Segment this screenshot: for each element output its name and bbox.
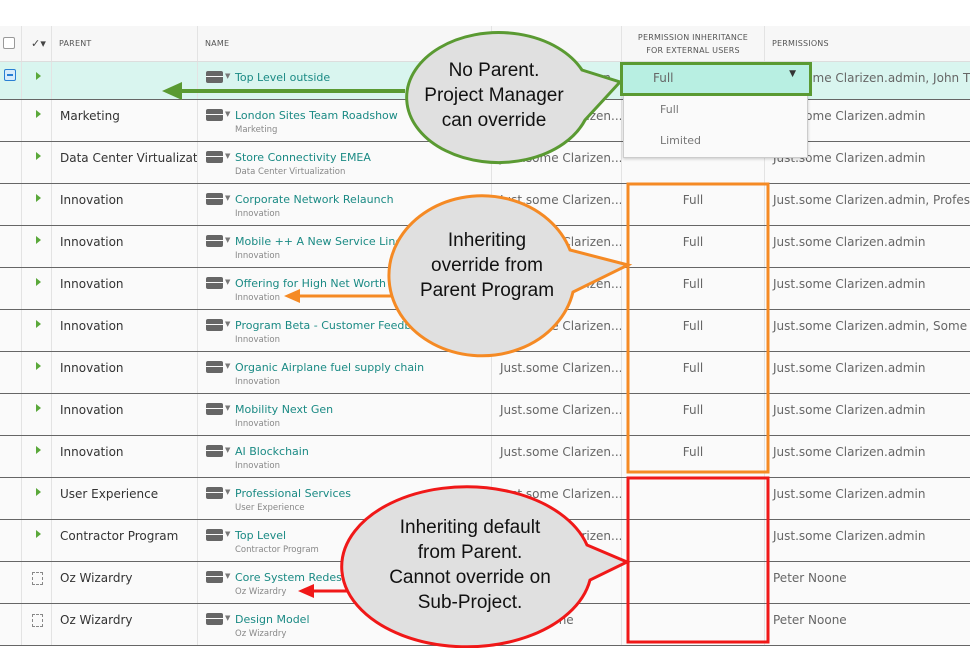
- callout-line: Inheriting: [447, 230, 527, 251]
- callout-text: No Parent. Project Manager can override: [414, 58, 574, 133]
- callout-line: override from: [431, 255, 543, 276]
- callout-line: Inheriting default: [399, 517, 541, 538]
- callout-line: Parent Program: [419, 280, 555, 301]
- orange-highlight-box: [626, 182, 770, 474]
- red-highlight-box: [626, 476, 770, 644]
- green-highlight-box: [620, 62, 812, 96]
- green-arrow: [162, 82, 405, 100]
- callout-text: Inheriting default from Parent. Cannot ove…: [350, 515, 590, 615]
- callout-line: from Parent.: [417, 542, 523, 563]
- callout-line: No Parent.: [448, 60, 540, 81]
- callout-line: Project Manager: [424, 85, 564, 106]
- callout-line: can override: [441, 110, 547, 131]
- callout-line: Cannot override on: [389, 567, 551, 588]
- callout-line: Sub-Project.: [417, 592, 523, 613]
- orange-arrow: [284, 289, 395, 303]
- callout-text: Inheriting override from Parent Program: [392, 228, 582, 303]
